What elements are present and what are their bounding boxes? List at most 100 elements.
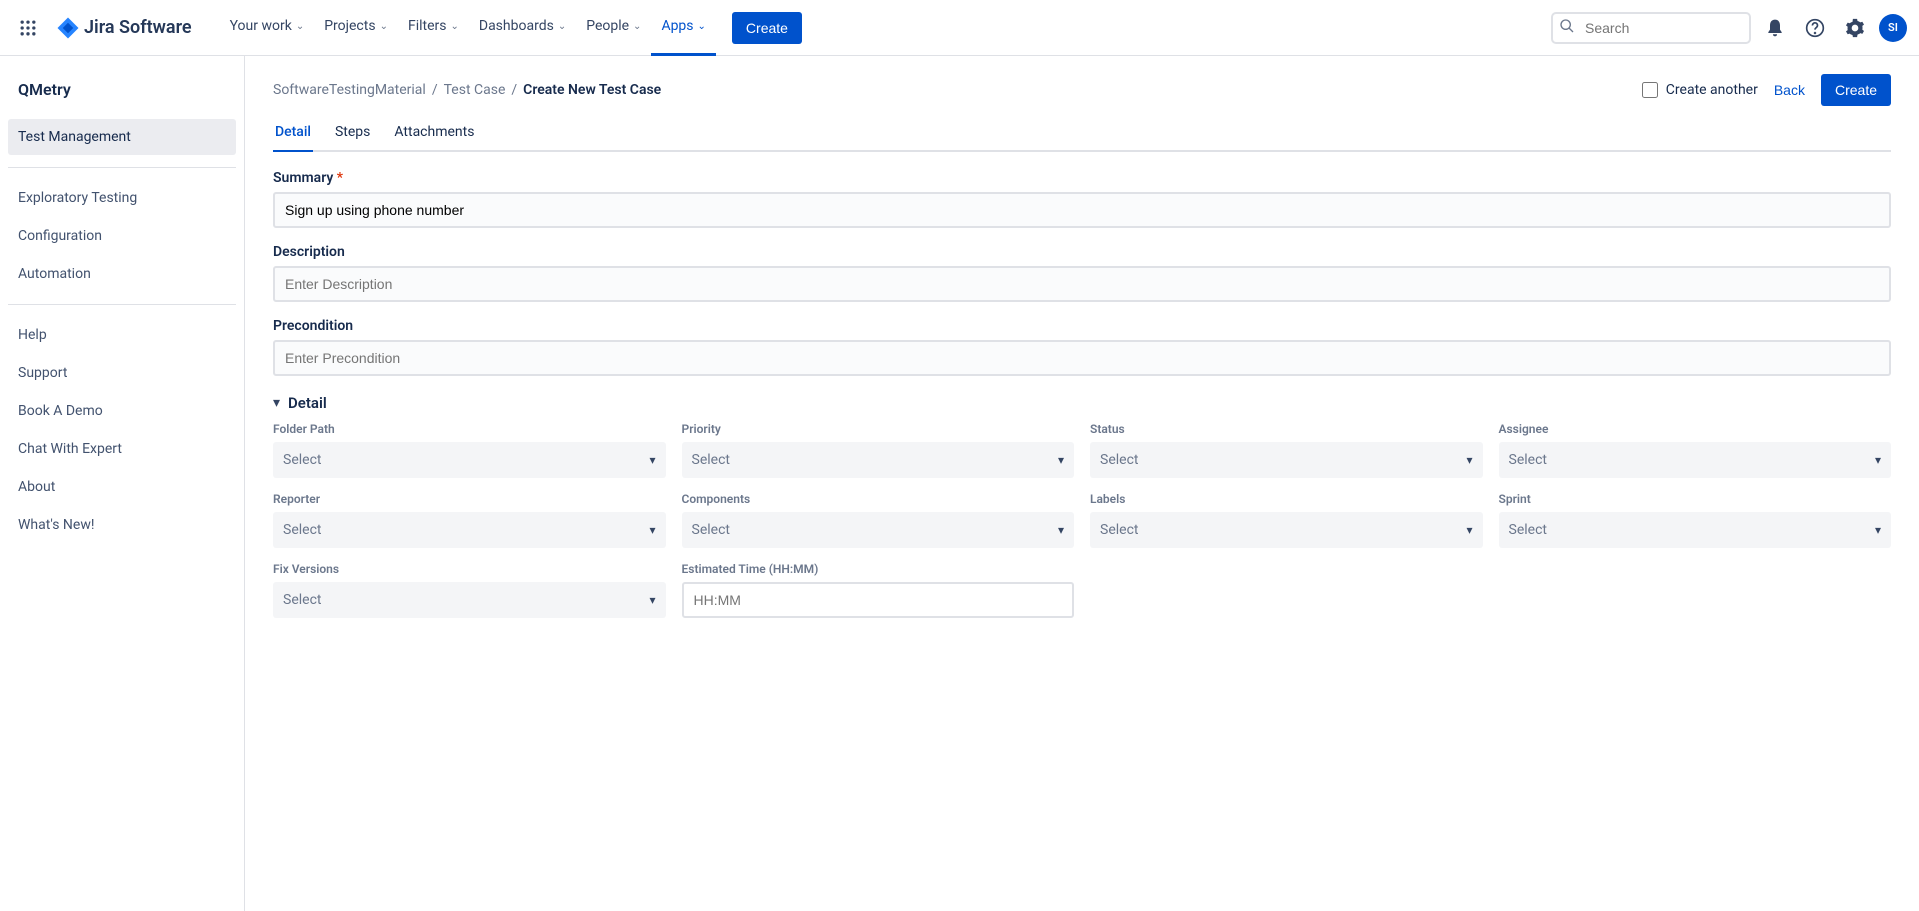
field-sprint: Sprint Select▾ [1499,492,1892,548]
field-precondition: Precondition [273,318,1891,376]
tab-steps[interactable]: Steps [333,118,372,152]
detail-section-header[interactable]: ▾ Detail [273,394,1891,412]
field-label: Components [682,492,1075,506]
description-input[interactable] [273,266,1891,302]
chevron-down-icon: ⌄ [698,21,706,32]
tabs: Detail Steps Attachments [273,118,1891,152]
breadcrumb-item: Create New Test Case [523,82,661,98]
field-label: Folder Path [273,422,666,436]
nav-items: Your work⌄Projects⌄Filters⌄Dashboards⌄Pe… [220,0,716,56]
field-label: Sprint [1499,492,1892,506]
chevron-down-icon: ⌄ [296,21,304,32]
nav-item-your-work[interactable]: Your work⌄ [220,0,315,56]
notifications-icon[interactable] [1759,12,1791,44]
sidebar-item-chat-with-expert[interactable]: Chat With Expert [8,431,236,467]
field-label: Reporter [273,492,666,506]
layout: QMetry Test Management Exploratory Testin… [0,56,1919,911]
sidebar-divider [8,304,236,305]
nav-item-people[interactable]: People⌄ [576,0,651,56]
description-label: Description [273,244,1891,260]
assignee-select[interactable]: Select▾ [1499,442,1892,478]
app-switcher-icon[interactable] [12,12,44,44]
sidebar-item-support[interactable]: Support [8,355,236,391]
sidebar-item-what-s-new-[interactable]: What's New! [8,507,236,543]
field-summary: Summary * [273,170,1891,228]
sidebar-item-automation[interactable]: Automation [8,256,236,292]
help-icon[interactable] [1799,12,1831,44]
field-description: Description [273,244,1891,302]
sidebar-item-help[interactable]: Help [8,317,236,353]
tab-detail[interactable]: Detail [273,118,313,152]
chevron-down-icon: ⌄ [558,21,566,32]
sidebar-item-about[interactable]: About [8,469,236,505]
create-button[interactable]: Create [1821,74,1891,106]
sprint-select[interactable]: Select▾ [1499,512,1892,548]
sidebar-item-test-management[interactable]: Test Management [8,119,236,155]
field-folder-path: Folder Path Select▾ [273,422,666,478]
components-select[interactable]: Select▾ [682,512,1075,548]
field-priority: PrioritySelect▾ [682,422,1075,478]
detail-grid-row3: Fix Versions Select ▾ Estimated Time (HH… [273,562,1891,618]
create-another-input[interactable] [1642,82,1658,98]
estimated-time-input[interactable] [682,582,1075,618]
jira-logo[interactable]: Jira Software [48,16,200,40]
chevron-down-icon: ⌄ [633,21,641,32]
field-fix-versions: Fix Versions Select ▾ [273,562,666,618]
sidebar: QMetry Test Management Exploratory Testin… [0,56,245,911]
top-navigation: Jira Software Your work⌄Projects⌄Filters… [0,0,1919,56]
field-label: Labels [1090,492,1483,506]
reporter-select[interactable]: Select▾ [273,512,666,548]
summary-input[interactable] [273,192,1891,228]
estimated-time-label: Estimated Time (HH:MM) [682,562,1075,576]
field-estimated-time: Estimated Time (HH:MM) [682,562,1075,618]
breadcrumb: SoftwareTestingMaterial / Test Case / Cr… [273,82,661,98]
summary-label: Summary * [273,170,1891,186]
detail-grid-row1: Folder PathSelect▾PrioritySelect▾StatusS… [273,422,1891,478]
page-actions: Create another Back Create [1642,74,1891,106]
nav-item-projects[interactable]: Projects⌄ [314,0,398,56]
breadcrumb-separator: / [432,82,438,98]
fix-versions-label: Fix Versions [273,562,666,576]
fix-versions-select[interactable]: Select ▾ [273,582,666,618]
chevron-down-icon: ▾ [273,395,280,411]
logo-text: Jira Software [84,17,192,38]
field-label: Assignee [1499,422,1892,436]
create-another-label: Create another [1666,82,1758,98]
priority-select[interactable]: Select▾ [682,442,1075,478]
back-button[interactable]: Back [1774,82,1805,98]
settings-icon[interactable] [1839,12,1871,44]
precondition-input[interactable] [273,340,1891,376]
detail-grid-row2: Reporter Select▾ Components Select▾ Labels Se… [273,492,1891,548]
folder-path-select[interactable]: Select▾ [273,442,666,478]
sidebar-item-exploratory-testing[interactable]: Exploratory Testing [8,180,236,216]
status-select[interactable]: Select▾ [1090,442,1483,478]
chevron-down-icon: ⌄ [450,21,458,32]
sidebar-title: QMetry [8,80,236,119]
field-components: Components Select▾ [682,492,1075,548]
breadcrumb-separator: / [511,82,517,98]
precondition-label: Precondition [273,318,1891,334]
labels-select[interactable]: Select▾ [1090,512,1483,548]
breadcrumb-row: SoftwareTestingMaterial / Test Case / Cr… [273,74,1891,106]
search-input[interactable] [1551,12,1751,44]
nav-item-filters[interactable]: Filters⌄ [398,0,469,56]
nav-item-apps[interactable]: Apps⌄ [651,0,715,56]
field-status: StatusSelect▾ [1090,422,1483,478]
jira-logo-icon [56,16,80,40]
user-avatar[interactable]: SI [1879,14,1907,42]
create-button-topnav[interactable]: Create [732,12,802,44]
tab-attachments[interactable]: Attachments [392,118,476,152]
field-labels: Labels Select▾ [1090,492,1483,548]
breadcrumb-item[interactable]: SoftwareTestingMaterial [273,82,426,98]
search-box [1551,12,1751,44]
field-assignee: Assignee Select▾ [1499,422,1892,478]
nav-item-dashboards[interactable]: Dashboards⌄ [469,0,576,56]
create-another-checkbox[interactable]: Create another [1642,82,1758,98]
sidebar-divider [8,167,236,168]
sidebar-item-book-a-demo[interactable]: Book A Demo [8,393,236,429]
detail-section-title: Detail [288,394,327,412]
chevron-down-icon: ⌄ [380,21,388,32]
sidebar-item-configuration[interactable]: Configuration [8,218,236,254]
breadcrumb-item[interactable]: Test Case [444,82,506,98]
main-content: SoftwareTestingMaterial / Test Case / Cr… [245,56,1919,911]
